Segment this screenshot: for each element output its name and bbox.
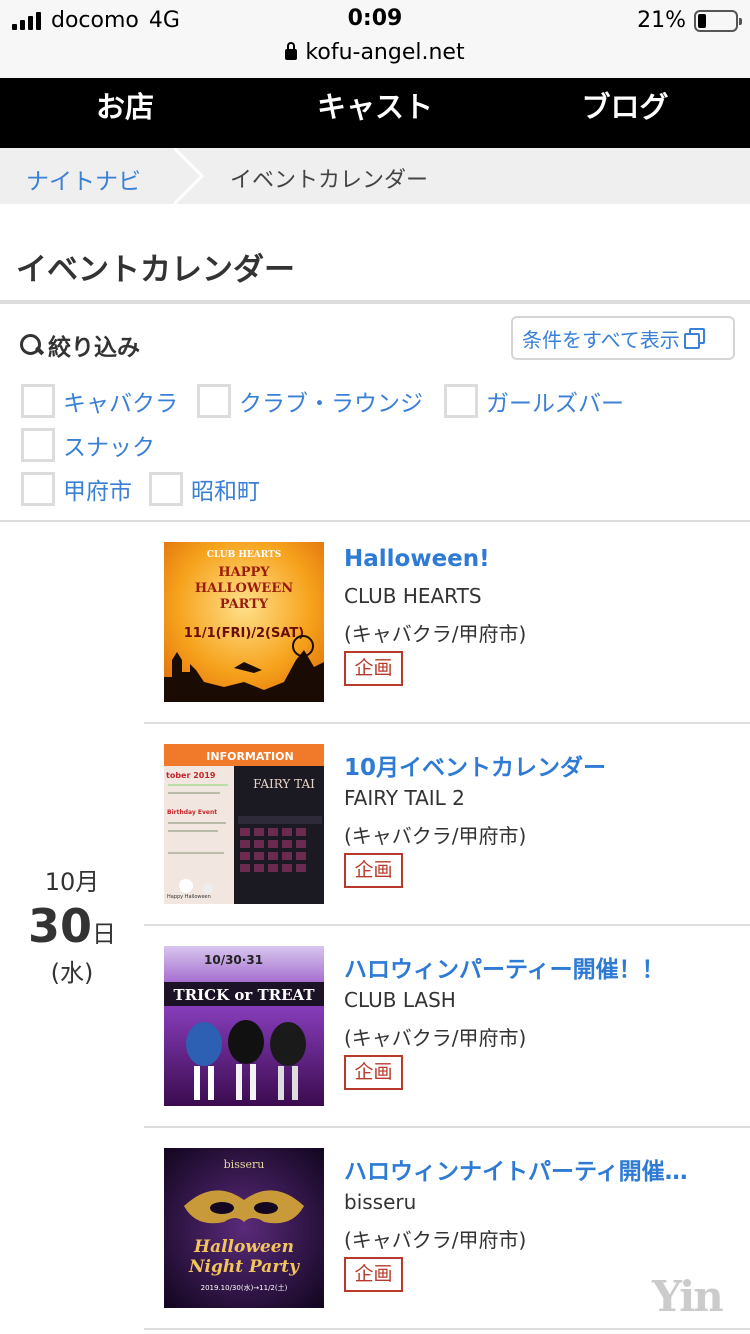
checkbox[interactable] <box>21 428 55 462</box>
event-shop: bisseru <box>344 1190 417 1214</box>
svg-text:Night Party: Night Party <box>188 1257 300 1277</box>
filter-cabaret[interactable]: キャバクラ <box>21 384 178 418</box>
svg-text:TRICK or TREAT: TRICK or TREAT <box>173 986 315 1004</box>
event-title-link[interactable]: 10月イベントカレンダー <box>344 748 744 782</box>
svg-text:tober 2019: tober 2019 <box>166 771 216 780</box>
checkbox-label[interactable]: スナック <box>63 428 155 462</box>
checkbox[interactable] <box>21 384 55 418</box>
search-icon <box>18 332 44 358</box>
title-divider <box>0 300 750 304</box>
date-day: 30 <box>27 899 92 953</box>
row-divider <box>144 1328 750 1330</box>
event-tag: 企画 <box>344 1257 403 1292</box>
breadcrumb-chevron-icon <box>172 148 205 204</box>
filter-girls-bar[interactable]: ガールズバー <box>444 384 624 418</box>
show-all-label: 条件をすべて表示 <box>522 327 680 352</box>
filter-snack[interactable]: スナック <box>21 428 155 462</box>
event-category: (キャバクラ/甲府市) <box>344 622 527 646</box>
copy-icon <box>683 328 705 349</box>
svg-text:PARTY: PARTY <box>220 597 269 612</box>
event-thumbnail[interactable]: bisseru Halloween Night Party 2019.10/30… <box>164 1148 324 1308</box>
checkbox-label[interactable]: キャバクラ <box>63 384 178 418</box>
url-text[interactable]: kofu-angel.net <box>305 40 464 65</box>
battery-percent: 21% <box>637 8 686 33</box>
show-all-conditions-button[interactable]: 条件をすべて表示 <box>511 316 735 360</box>
battery-icon <box>694 9 742 32</box>
url-bar[interactable]: kofu-angel.net <box>0 40 750 78</box>
checkbox-label[interactable]: 昭和町 <box>191 472 260 506</box>
event-tag: 企画 <box>344 651 403 686</box>
filter-heading: 絞り込み <box>18 328 140 362</box>
breadcrumb-home-link[interactable]: ナイトナビ <box>26 162 141 196</box>
event-shop: CLUB HEARTS <box>344 584 482 608</box>
lock-icon <box>285 42 298 60</box>
nav-shops[interactable]: お店 <box>0 78 250 148</box>
event-thumbnail[interactable]: 10/30·31 TRICK or TREAT <box>164 946 324 1106</box>
event-title-link[interactable]: ハロウィンパーティー開催！！ <box>344 950 744 984</box>
breadcrumb: ナイトナビ イベントカレンダー <box>0 148 750 204</box>
date-weekday: (水) <box>50 959 94 987</box>
event-shop: CLUB LASH <box>344 988 456 1012</box>
svg-text:11/1(FRI)/2(SAT): 11/1(FRI)/2(SAT) <box>184 626 304 641</box>
svg-text:HALLOWEEN: HALLOWEEN <box>195 581 293 596</box>
filter-label: 絞り込み <box>48 335 140 361</box>
event-date: 10月 30日 (水) <box>0 862 144 988</box>
breadcrumb-current: イベントカレンダー <box>230 168 429 193</box>
checkbox-label[interactable]: クラブ・ラウンジ <box>239 384 423 418</box>
nav-blog[interactable]: ブログ <box>500 78 750 148</box>
event-shop: FAIRY TAIL 2 <box>344 786 465 810</box>
event-thumbnail[interactable]: CLUB HEARTS HAPPY HALLOWEEN PARTY 11/1(F… <box>164 542 324 702</box>
checkbox[interactable] <box>21 472 55 506</box>
filter-showa[interactable]: 昭和町 <box>149 472 260 506</box>
svg-text:FAIRY TAI: FAIRY TAI <box>253 777 315 791</box>
event-category: (キャバクラ/甲府市) <box>344 1026 527 1050</box>
site-watermark: Yin <box>652 1272 724 1321</box>
date-day-suffix: 日 <box>92 920 116 948</box>
svg-text:Happy Halloween: Happy Halloween <box>167 894 211 900</box>
checkbox[interactable] <box>444 384 478 418</box>
date-month: 10月 <box>44 868 100 896</box>
checkbox-label[interactable]: ガールズバー <box>486 384 624 418</box>
status-right: 21% <box>637 8 742 33</box>
event-title-link[interactable]: Halloween! <box>344 546 744 572</box>
svg-text:INFORMATION: INFORMATION <box>206 750 293 763</box>
event-thumbnail[interactable]: INFORMATION tober 2019 Birthday Event Ha… <box>164 744 324 904</box>
event-category: (キャバクラ/甲府市) <box>344 824 527 848</box>
svg-text:bisseru: bisseru <box>224 1158 265 1171</box>
svg-text:HAPPY: HAPPY <box>218 565 270 580</box>
event-item[interactable]: 10/30·31 TRICK or TREAT ハロウィンパーティー開催！！ C… <box>144 926 750 1128</box>
event-item[interactable]: INFORMATION tober 2019 Birthday Event Ha… <box>144 724 750 926</box>
checkbox-label[interactable]: 甲府市 <box>63 472 132 506</box>
event-category: (キャバクラ/甲府市) <box>344 1228 527 1252</box>
checkbox[interactable] <box>197 384 231 418</box>
event-tag: 企画 <box>344 1055 403 1090</box>
svg-text:10/30·31: 10/30·31 <box>204 953 263 967</box>
filter-kofu[interactable]: 甲府市 <box>21 472 132 506</box>
checkbox[interactable] <box>149 472 183 506</box>
filter-club-lounge[interactable]: クラブ・ラウンジ <box>197 384 423 418</box>
date-day-row: 30日 <box>0 899 144 953</box>
svg-text:2019.10/30(水)→11/2(土): 2019.10/30(水)→11/2(土) <box>201 1283 288 1292</box>
event-title-link[interactable]: ハロウィンナイトパーティ開催… <box>344 1152 744 1186</box>
status-bar: docomo 4G 0:09 21% <box>0 0 750 40</box>
event-item[interactable]: CLUB HEARTS HAPPY HALLOWEEN PARTY 11/1(F… <box>144 522 750 724</box>
page-title: イベントカレンダー <box>16 252 295 288</box>
top-nav: お店 キャスト ブログ <box>0 78 750 148</box>
event-tag: 企画 <box>344 853 403 888</box>
svg-text:Birthday Event: Birthday Event <box>167 809 217 816</box>
nav-cast[interactable]: キャスト <box>250 78 500 148</box>
svg-text:CLUB HEARTS: CLUB HEARTS <box>207 550 281 560</box>
svg-text:Halloween: Halloween <box>193 1237 294 1257</box>
